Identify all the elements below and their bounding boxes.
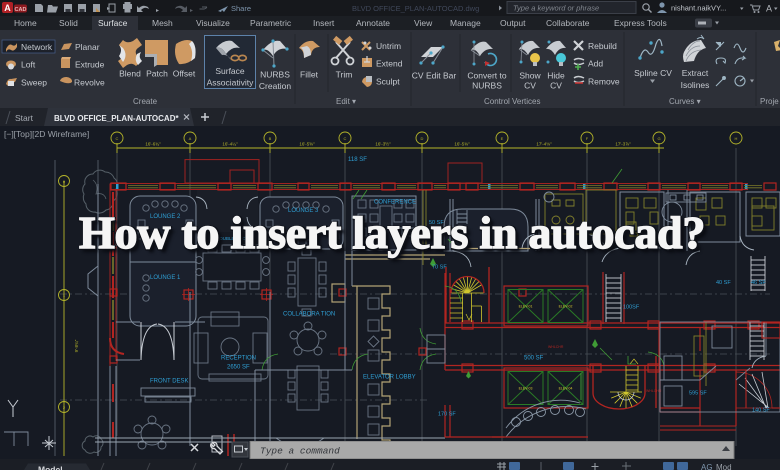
svg-text:nishant.naikVY...: nishant.naikVY...: [671, 4, 726, 13]
svg-text:C: C: [344, 136, 347, 141]
svg-text:Type a command: Type a command: [260, 446, 340, 457]
svg-text:100SF: 100SF: [623, 305, 640, 311]
svg-text:Offset: Offset: [173, 69, 196, 79]
svg-text:500 SF: 500 SF: [524, 356, 544, 362]
svg-text:2650 SF: 2650 SF: [227, 365, 250, 371]
svg-text:COLLABORA TION: COLLABORA TION: [283, 312, 335, 318]
svg-text:Share: Share: [231, 4, 251, 13]
svg-text:Untrim: Untrim: [376, 41, 401, 51]
svg-text:Isolines: Isolines: [681, 80, 710, 90]
svg-text:FRONT DESK: FRONT DESK: [150, 379, 189, 385]
svg-text:Start: Start: [15, 113, 34, 123]
svg-text:Remove: Remove: [588, 77, 620, 87]
svg-text:CV Edit Bar: CV Edit Bar: [412, 71, 457, 81]
svg-text:16'-6¾": 16'-6¾": [145, 142, 161, 147]
svg-text:0: 0: [63, 179, 66, 184]
svg-text:Patch: Patch: [146, 69, 168, 79]
svg-text:CV: CV: [524, 81, 536, 91]
svg-text:Type a keyword or phrase: Type a keyword or phrase: [513, 4, 599, 13]
svg-text:Blend: Blend: [119, 69, 141, 79]
svg-text:Show: Show: [519, 71, 541, 81]
svg-text:Model: Model: [38, 465, 63, 470]
svg-text:Extend: Extend: [376, 59, 403, 69]
svg-text:17'-4⅛": 17'-4⅛": [536, 142, 552, 147]
svg-text:CONFERENCE: CONFERENCE: [374, 200, 416, 206]
svg-text:Hide: Hide: [547, 71, 565, 81]
svg-text:Extract: Extract: [682, 68, 709, 78]
svg-text:[−][Top][2D Wireframe]: [−][Top][2D Wireframe]: [4, 129, 89, 139]
svg-text:40 SF: 40 SF: [716, 280, 731, 286]
svg-text:A: A: [766, 4, 772, 14]
svg-text:AG: AG: [701, 463, 713, 470]
svg-text:ELEV-03: ELEV-03: [519, 387, 533, 391]
svg-text:70 SF: 70 SF: [432, 265, 447, 271]
svg-text:NURBS: NURBS: [472, 81, 502, 91]
svg-text:16'-5⅝": 16'-5⅝": [299, 142, 315, 147]
svg-text:BLVD OFFICE_PLAN-AUTOCAD*: BLVD OFFICE_PLAN-AUTOCAD*: [54, 114, 179, 123]
svg-text:WHLCHR: WHLCHR: [548, 345, 564, 349]
svg-text:WHLCHR: WHLCHR: [646, 389, 662, 393]
svg-text:Convert to: Convert to: [467, 71, 506, 81]
svg-text:16'-5⅜": 16'-5⅜": [454, 142, 470, 147]
svg-text:ELEV-02: ELEV-02: [559, 305, 573, 309]
svg-text:ELEV-01: ELEV-01: [519, 305, 533, 309]
svg-text:Rebuild: Rebuild: [588, 41, 617, 51]
svg-text:Mod: Mod: [716, 463, 732, 470]
svg-text:2: 2: [63, 405, 66, 410]
svg-text:CAD: CAD: [15, 7, 27, 13]
svg-text:Add: Add: [588, 59, 603, 69]
svg-text:Sculpt: Sculpt: [376, 77, 400, 87]
svg-text:Spline CV: Spline CV: [634, 68, 672, 78]
svg-text:B: B: [269, 136, 272, 141]
svg-text:Creation: Creation: [259, 81, 291, 91]
svg-text:BLVD OFFICE_PLAN-AUTOCAD.dwg: BLVD OFFICE_PLAN-AUTOCAD.dwg: [352, 4, 479, 13]
svg-text:C: C: [116, 136, 119, 141]
svg-text:NURBS: NURBS: [260, 70, 290, 80]
svg-text:D: D: [421, 136, 424, 141]
svg-text:Associativity: Associativity: [207, 78, 255, 88]
svg-text:Loft: Loft: [21, 60, 36, 70]
svg-text:Revolve: Revolve: [74, 78, 105, 88]
svg-text:Trim: Trim: [336, 70, 353, 80]
svg-text:Sweep: Sweep: [21, 78, 47, 88]
svg-text:Extrude: Extrude: [75, 60, 105, 70]
svg-text:ELEV-04: ELEV-04: [559, 387, 573, 391]
svg-text:Surface: Surface: [215, 66, 245, 76]
svg-text:RECEPTION: RECEPTION: [221, 356, 256, 362]
svg-text:16'-4¼": 16'-4¼": [222, 142, 238, 147]
svg-text:16'-3½": 16'-3½": [375, 141, 391, 147]
svg-text:Fillet: Fillet: [300, 70, 319, 80]
svg-text:LOUNGE 1: LOUNGE 1: [150, 275, 181, 281]
svg-text:ELEVATOR LOBBY: ELEVATOR LOBBY: [363, 375, 416, 381]
svg-text:Planar: Planar: [75, 42, 100, 52]
svg-text:A: A: [189, 136, 192, 141]
svg-text:140 SF: 140 SF: [752, 408, 770, 414]
svg-text:Network: Network: [21, 42, 53, 52]
svg-text:170 SF: 170 SF: [438, 412, 456, 418]
svg-text:E: E: [501, 136, 504, 141]
svg-text:9'-8¾": 9'-8¾": [74, 339, 79, 352]
svg-text:17'-3⅞": 17'-3⅞": [615, 142, 631, 147]
svg-text:H: H: [735, 136, 738, 141]
svg-text:118 SF: 118 SF: [348, 157, 367, 163]
svg-text:595 SF: 595 SF: [689, 391, 707, 397]
svg-text:CV: CV: [550, 81, 562, 91]
svg-text:F: F: [586, 136, 589, 141]
svg-text:A: A: [4, 3, 11, 13]
svg-text:G: G: [657, 136, 660, 141]
svg-text:46 SF: 46 SF: [751, 280, 766, 286]
